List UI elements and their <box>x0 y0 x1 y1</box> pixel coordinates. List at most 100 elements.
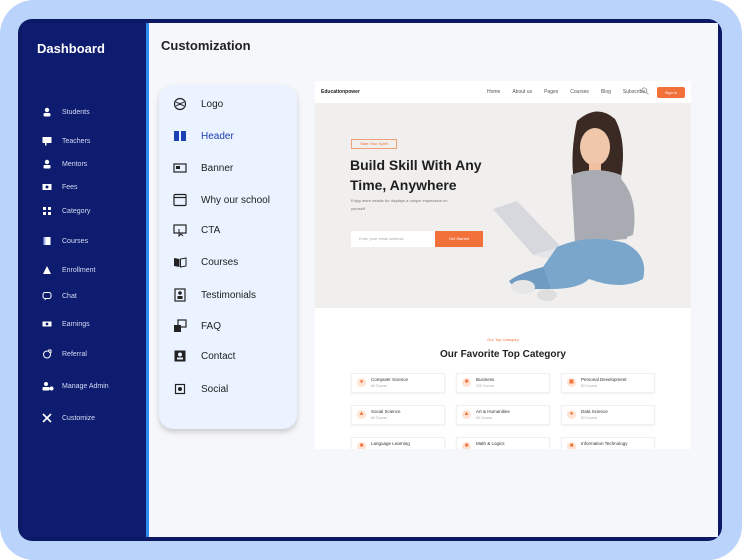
preview-nav-link[interactable]: Courses <box>570 89 589 95</box>
sidebar-item-courses[interactable]: Courses <box>42 236 88 246</box>
menu-item-faq[interactable]: FAQ <box>173 319 221 333</box>
menu-item-cta[interactable]: CTA <box>173 223 221 238</box>
menu-item-social[interactable]: Social <box>173 382 228 396</box>
category-count: 60 Course <box>371 416 388 420</box>
hero-get-started-button[interactable]: Get Started <box>435 231 483 247</box>
chat-icon <box>42 291 52 301</box>
category-count: 60 Course <box>476 416 493 420</box>
teacher-icon <box>42 136 52 146</box>
main-content: Customization Logo Header Banner Why our… <box>149 23 718 537</box>
tools-icon <box>42 413 52 423</box>
sidebar-item-customize[interactable]: Customize <box>42 413 95 423</box>
category-card[interactable]: ● Data Science 60 Course <box>561 405 655 425</box>
category-card[interactable]: ▲ Social Science 60 Course <box>351 405 445 425</box>
search-icon[interactable] <box>641 87 649 97</box>
category-icon: ▲ <box>357 410 366 419</box>
category-count: 60 Course <box>581 416 598 420</box>
category-card[interactable]: ■ Math & Logics <box>456 437 550 449</box>
student-with-laptop-image <box>493 111 645 301</box>
sidebar-item-fees[interactable]: Fees <box>42 182 78 192</box>
menu-item-header[interactable]: Header <box>173 129 234 143</box>
courses-icon <box>173 255 187 269</box>
preview-nav-link[interactable]: Blog <box>601 89 611 95</box>
menu-item-testimonials[interactable]: Testimonials <box>173 288 256 302</box>
sidebar-item-students[interactable]: Students <box>42 107 90 117</box>
sidebar-item-referral[interactable]: Referral <box>42 349 87 359</box>
category-icon: ● <box>567 410 576 419</box>
logo-icon <box>173 97 187 111</box>
preview-nav-link[interactable]: Pages <box>544 89 558 95</box>
hero-email-input[interactable]: Enter your email address <box>351 231 435 247</box>
menu-item-label: CTA <box>201 224 221 236</box>
mentor-icon <box>42 159 52 169</box>
menu-item-contact[interactable]: Contact <box>173 349 235 363</box>
sidebar-title: Dashboard <box>37 41 105 56</box>
menu-item-why-our-school[interactable]: Why our school <box>173 193 270 207</box>
sidebar-item-label: Courses <box>62 237 89 245</box>
sidebar-item-label: Mentors <box>62 160 88 168</box>
cta-icon <box>173 223 187 238</box>
menu-item-label: Social <box>201 383 229 395</box>
sidebar-item-teachers[interactable]: Teachers <box>42 136 90 146</box>
category-title: Our Favorite Top Category <box>440 349 566 360</box>
sidebar-item-earnings[interactable]: Earnings <box>42 319 90 329</box>
category-count: 100 Course <box>476 384 495 388</box>
category-count: 80 Course <box>581 384 598 388</box>
category-name: Language Learning <box>371 441 410 446</box>
preview-hero: Start Your Spirit Build Skill With Any T… <box>315 103 691 308</box>
category-card[interactable]: ■ Information Technology <box>561 437 655 449</box>
category-icon: ● <box>357 378 366 387</box>
sidebar-item-manage-admin[interactable]: Manage Admin <box>42 381 109 391</box>
customization-menu: Logo Header Banner Why our school CTA Co… <box>159 85 297 429</box>
testimonials-icon <box>173 288 187 302</box>
category-icon: ▣ <box>567 378 576 387</box>
sidebar-item-label: Category <box>62 207 91 215</box>
sidebar-item-mentors[interactable]: Mentors <box>42 159 87 169</box>
sidebar-item-category[interactable]: Category <box>42 206 90 216</box>
category-card[interactable]: ■ Business 100 Course <box>456 373 550 393</box>
app-window: Dashboard Students Teachers Mentors Fees… <box>18 19 722 541</box>
hero-tag: Start Your Spirit <box>351 139 397 149</box>
preview-nav-link[interactable]: Home <box>487 89 500 95</box>
social-icon <box>173 382 187 396</box>
hero-heading-line: Time, Anywhere <box>350 177 457 193</box>
hero-heading: Build Skill With Any Time, Anywhere <box>350 155 510 195</box>
category-subtitle: Our Top Category <box>487 337 519 342</box>
menu-item-courses[interactable]: Courses <box>173 255 238 269</box>
menu-item-label: Testimonials <box>201 289 257 301</box>
sidebar-item-chat[interactable]: Chat <box>42 291 77 301</box>
preview-signin-button[interactable]: Sign in <box>657 87 685 98</box>
contact-icon <box>173 349 187 363</box>
sidebar-item-label: Manage Admin <box>62 382 109 390</box>
page-title: Customization <box>161 38 251 53</box>
category-icon: ■ <box>462 442 471 449</box>
category-icon: ■ <box>567 442 576 449</box>
sidebar-item-label: Customize <box>62 414 96 422</box>
category-card[interactable]: ▲ Art & Humanities 60 Course <box>456 405 550 425</box>
referral-icon <box>42 349 52 359</box>
window-icon <box>173 193 187 207</box>
menu-item-logo[interactable]: Logo <box>173 97 223 111</box>
category-icon: ▲ <box>462 410 471 419</box>
menu-item-label: Header <box>201 130 234 142</box>
menu-item-banner[interactable]: Banner <box>173 161 233 175</box>
category-name: Computer Science <box>371 377 409 382</box>
device-frame: Dashboard Students Teachers Mentors Fees… <box>0 0 742 560</box>
sidebar-item-label: Earnings <box>62 320 90 328</box>
preview-brand: Educationpower <box>321 89 360 95</box>
preview-nav-links: Home About us Pages Courses Blog Subscri… <box>487 89 645 95</box>
sidebar-item-label: Referral <box>62 350 87 358</box>
header-icon <box>173 129 187 143</box>
sidebar: Dashboard Students Teachers Mentors Fees… <box>22 23 149 537</box>
category-card[interactable]: ▣ Personal Development 80 Course <box>561 373 655 393</box>
banner-icon <box>173 161 187 175</box>
category-card[interactable]: ● Computer Science 60 Course <box>351 373 445 393</box>
sidebar-item-label: Fees <box>62 183 78 191</box>
website-preview: Educationpower Home About us Pages Cours… <box>315 81 691 449</box>
sidebar-item-enrollment[interactable]: Enrollment <box>42 265 95 275</box>
category-name: Math & Logics <box>476 441 505 446</box>
menu-item-label: Banner <box>201 162 234 174</box>
preview-nav-link[interactable]: About us <box>512 89 532 95</box>
category-card[interactable]: ■ Language Learning <box>351 437 445 449</box>
sidebar-item-label: Students <box>62 108 90 116</box>
